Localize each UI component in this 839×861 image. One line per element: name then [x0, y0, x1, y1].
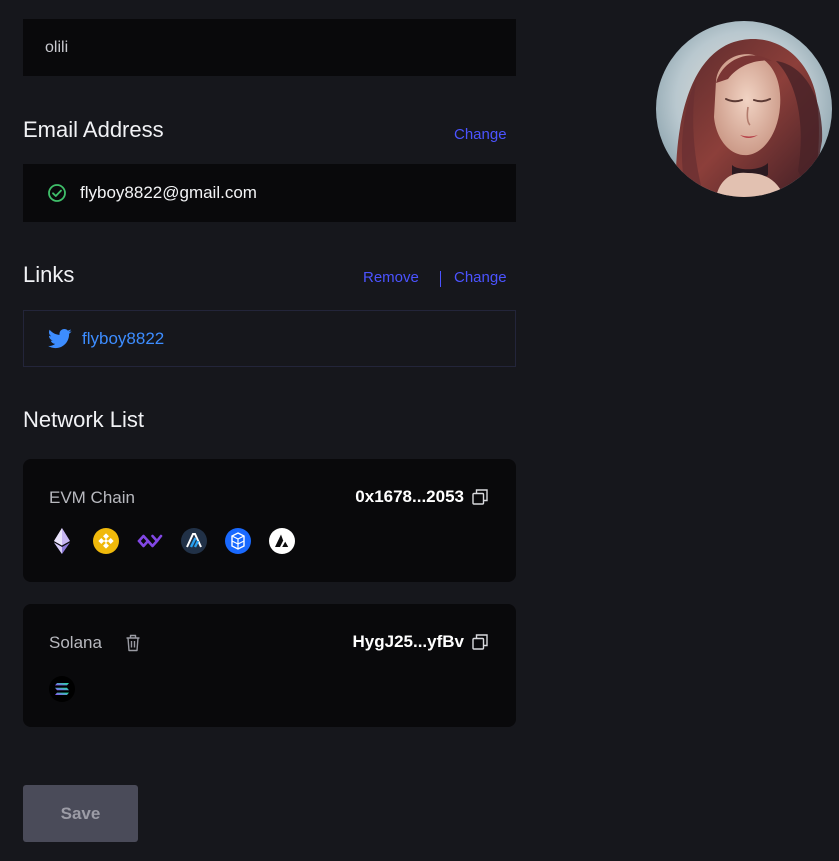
evm-chain-icons [49, 528, 295, 554]
polygon-icon [137, 528, 163, 554]
links-change-link[interactable]: Change [454, 269, 507, 286]
profile-settings-page: olili Email Address Change flyboy8822@gm… [0, 0, 839, 861]
solana-icon [49, 676, 75, 702]
name-field-value: olili [45, 38, 69, 56]
network-card-solana: Solana HygJ25...yfBv [23, 604, 516, 727]
bnb-icon [93, 528, 119, 554]
save-button[interactable]: Save [23, 785, 138, 842]
avatar-portrait-image [656, 21, 832, 197]
trash-icon[interactable] [125, 634, 141, 652]
email-change-link[interactable]: Change [454, 126, 507, 143]
fantom-icon [225, 528, 251, 554]
network-card-evm: EVM Chain 0x1678...2053 [23, 459, 516, 582]
name-field[interactable]: olili [23, 19, 516, 76]
arbitrum-icon [181, 528, 207, 554]
avatar[interactable] [656, 21, 832, 197]
network-name: EVM Chain [49, 488, 135, 507]
links-section-title: Links [23, 262, 75, 287]
network-name: Solana [49, 633, 102, 652]
network-address: HygJ25...yfBv [352, 632, 465, 651]
twitter-handle: flyboy8822 [82, 328, 165, 348]
email-section-title: Email Address [23, 117, 164, 142]
email-value: flyboy8822@gmail.com [80, 183, 257, 202]
links-action-divider [440, 271, 441, 287]
network-list-title: Network List [23, 407, 145, 432]
verified-check-icon [48, 184, 66, 202]
links-remove-link[interactable]: Remove [363, 269, 419, 286]
copy-icon[interactable] [472, 489, 488, 505]
twitter-icon [48, 328, 72, 348]
network-address: 0x1678...2053 [355, 487, 464, 506]
ethereum-icon [49, 528, 75, 554]
twitter-link-field[interactable]: flyboy8822 [23, 310, 516, 367]
copy-icon[interactable] [472, 634, 488, 650]
solana-chain-icons [49, 676, 75, 702]
avalanche-icon [269, 528, 295, 554]
email-field: flyboy8822@gmail.com [23, 164, 516, 222]
